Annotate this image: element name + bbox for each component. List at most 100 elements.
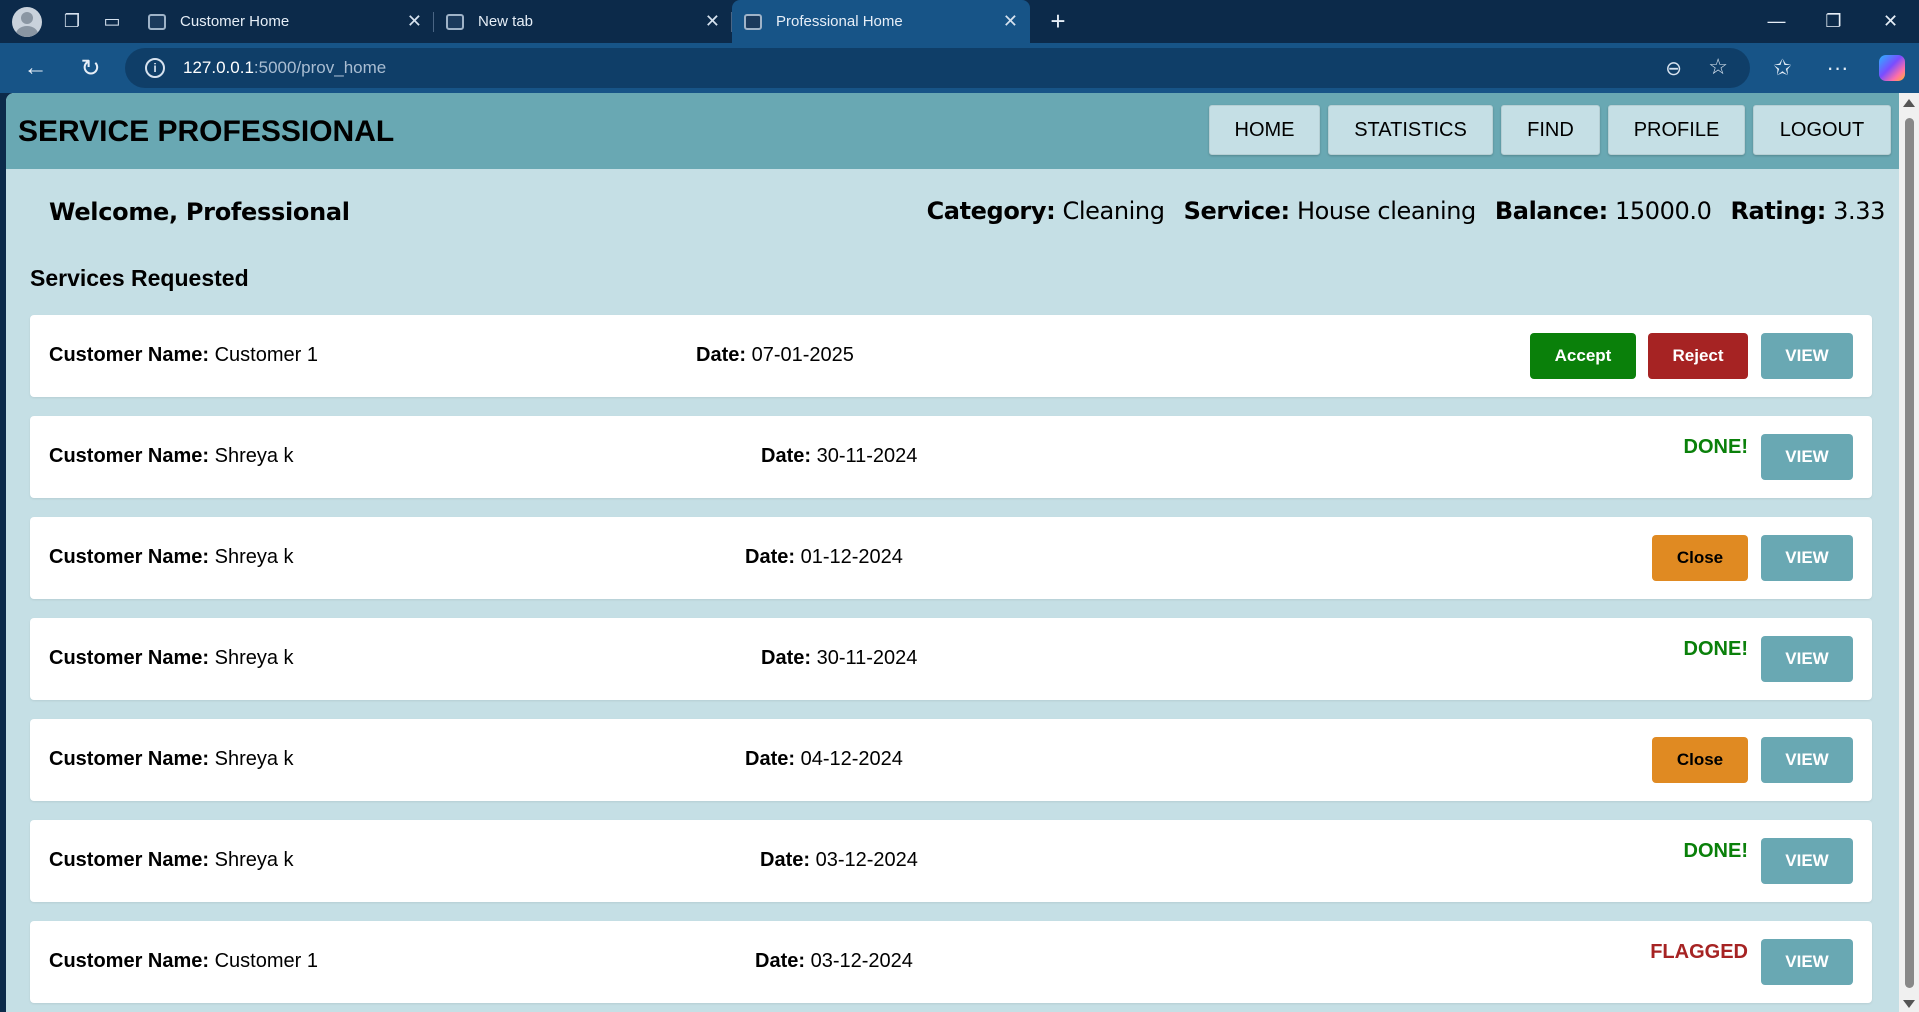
- tab-label: Customer Home: [180, 13, 290, 30]
- customer-name: Customer Name: Shreya k: [49, 546, 294, 569]
- tab-professional-home[interactable]: Professional Home ✕: [732, 0, 1030, 43]
- favorites-icon[interactable]: ✩: [1755, 55, 1810, 81]
- view-button[interactable]: VIEW: [1761, 838, 1853, 884]
- status-badge: DONE!: [1683, 436, 1748, 458]
- request-row: Customer Name: Customer 1 Date: 07-01-20…: [30, 315, 1872, 397]
- customer-name-value: Shreya k: [214, 849, 294, 871]
- restore-icon[interactable]: ❐: [1805, 0, 1862, 43]
- customer-name-label: Customer Name:: [49, 546, 210, 568]
- request-row: Customer Name: Customer 1 Date: 03-12-20…: [30, 921, 1872, 1003]
- site-header: SERVICE PROFESSIONAL HOME STATISTICS FIN…: [6, 93, 1899, 169]
- browser-tab-bar: ❐ ▭ Customer Home ✕ New tab ✕ Profession…: [0, 0, 1919, 43]
- balance-label: Balance:: [1494, 197, 1608, 225]
- close-window-icon[interactable]: ✕: [1862, 0, 1919, 43]
- service-stat: Service: House cleaning: [1183, 197, 1477, 225]
- customer-name: Customer Name: Shreya k: [49, 647, 294, 670]
- browser-toolbar-right: ✩ ···: [1755, 43, 1919, 93]
- close-button[interactable]: Close: [1652, 737, 1748, 783]
- home-button[interactable]: HOME: [1209, 105, 1320, 155]
- page-viewport: SERVICE PROFESSIONAL HOME STATISTICS FIN…: [6, 93, 1899, 1012]
- main-menu: HOME STATISTICS FIND PROFILE LOGOUT: [1209, 105, 1899, 155]
- customer-name-label: Customer Name:: [49, 748, 210, 770]
- find-button[interactable]: FIND: [1501, 105, 1600, 155]
- category-stat: Category: Cleaning: [927, 197, 1165, 225]
- tab-new-tab[interactable]: New tab ✕: [434, 0, 732, 43]
- view-button[interactable]: VIEW: [1761, 636, 1853, 682]
- request-date: Date: 04-12-2024: [745, 748, 903, 771]
- category-label: Category:: [926, 197, 1056, 225]
- customer-name-label: Customer Name:: [49, 445, 210, 467]
- request-date: Date: 03-12-2024: [760, 849, 918, 872]
- status-badge: DONE!: [1683, 840, 1748, 862]
- request-date: Date: 07-01-2025: [696, 344, 854, 367]
- refresh-icon[interactable]: ↻: [63, 54, 118, 83]
- customer-name: Customer Name: Customer 1: [49, 344, 318, 367]
- copilot-icon[interactable]: [1879, 55, 1905, 81]
- page-favicon-icon: [744, 13, 762, 30]
- close-tab-icon[interactable]: ✕: [407, 11, 422, 32]
- url-path: :5000/prov_home: [253, 58, 387, 77]
- customer-name-label: Customer Name:: [49, 344, 210, 366]
- read-aloud-icon[interactable]: ⊖: [1665, 56, 1682, 81]
- date-value: 30-11-2024: [816, 647, 918, 669]
- request-date: Date: 01-12-2024: [745, 546, 903, 569]
- date-value: 04-12-2024: [800, 748, 903, 770]
- statistics-button[interactable]: STATISTICS: [1328, 105, 1493, 155]
- customer-name-value: Customer 1: [214, 344, 318, 366]
- tab-label: Professional Home: [776, 13, 903, 30]
- profile-button[interactable]: PROFILE: [1608, 105, 1745, 155]
- scroll-down-arrow-icon[interactable]: [1903, 1000, 1915, 1008]
- date-label: Date:: [745, 546, 796, 568]
- status-badge: DONE!: [1683, 638, 1748, 660]
- reject-button[interactable]: Reject: [1648, 333, 1748, 379]
- rating-stat: Rating: 3.33: [1730, 197, 1885, 225]
- date-label: Date:: [760, 849, 811, 871]
- customer-name: Customer Name: Shreya k: [49, 748, 294, 771]
- request-date: Date: 30-11-2024: [761, 647, 917, 670]
- page-scrollbar[interactable]: [1899, 93, 1919, 1012]
- more-menu-icon[interactable]: ···: [1810, 55, 1865, 81]
- view-button[interactable]: VIEW: [1761, 737, 1853, 783]
- accept-button[interactable]: Accept: [1530, 333, 1636, 379]
- tab-customer-home[interactable]: Customer Home ✕: [136, 0, 434, 43]
- view-button[interactable]: VIEW: [1761, 535, 1853, 581]
- date-value: 03-12-2024: [810, 950, 913, 972]
- services-requested-title: Services Requested: [30, 265, 249, 291]
- date-label: Date:: [696, 344, 747, 366]
- new-tab-plus-icon[interactable]: +: [1038, 6, 1078, 37]
- request-row: Customer Name: Shreya k Date: 03-12-2024…: [30, 820, 1872, 902]
- profile-avatar-icon[interactable]: [12, 6, 42, 37]
- back-arrow-icon[interactable]: ←: [8, 54, 63, 82]
- site-info-icon[interactable]: i: [145, 58, 165, 78]
- logout-button[interactable]: LOGOUT: [1753, 105, 1891, 155]
- address-bar[interactable]: i 127.0.0.1:5000/prov_home ⊖ ☆: [125, 48, 1750, 88]
- browser-nav-bar: ← ↻ i 127.0.0.1:5000/prov_home ⊖ ☆ ✩ ···: [0, 43, 1919, 93]
- request-date: Date: 30-11-2024: [761, 445, 917, 468]
- close-tab-icon[interactable]: ✕: [1003, 11, 1018, 32]
- scrollbar-thumb[interactable]: [1905, 118, 1914, 988]
- customer-name: Customer Name: Customer 1: [49, 950, 318, 973]
- customer-name-value: Customer 1: [214, 950, 318, 972]
- balance-value: 15000.0: [1615, 197, 1712, 225]
- tab-label: New tab: [478, 13, 534, 30]
- balance-stat: Balance: 15000.0: [1495, 197, 1712, 225]
- date-label: Date:: [761, 647, 812, 669]
- requests-list: Customer Name: Customer 1 Date: 07-01-20…: [30, 315, 1872, 1012]
- view-button[interactable]: VIEW: [1761, 939, 1853, 985]
- view-button[interactable]: VIEW: [1761, 434, 1853, 480]
- window-controls: — ❐ ✕: [1748, 0, 1919, 43]
- date-label: Date:: [761, 445, 812, 467]
- new-tab-favicon-icon: [446, 13, 464, 30]
- workspaces-icon[interactable]: ❐: [52, 0, 92, 43]
- service-label: Service:: [1183, 197, 1291, 225]
- close-button[interactable]: Close: [1652, 535, 1748, 581]
- scroll-up-arrow-icon[interactable]: [1903, 99, 1915, 107]
- close-tab-icon[interactable]: ✕: [705, 11, 720, 32]
- date-value: 01-12-2024: [800, 546, 903, 568]
- view-button[interactable]: VIEW: [1761, 333, 1853, 379]
- tab-actions-icon[interactable]: ▭: [92, 0, 132, 43]
- rating-label: Rating:: [1730, 197, 1826, 225]
- date-value: 07-01-2025: [751, 344, 854, 366]
- minimize-icon[interactable]: —: [1748, 0, 1805, 43]
- favorite-star-icon[interactable]: ☆: [1708, 54, 1728, 80]
